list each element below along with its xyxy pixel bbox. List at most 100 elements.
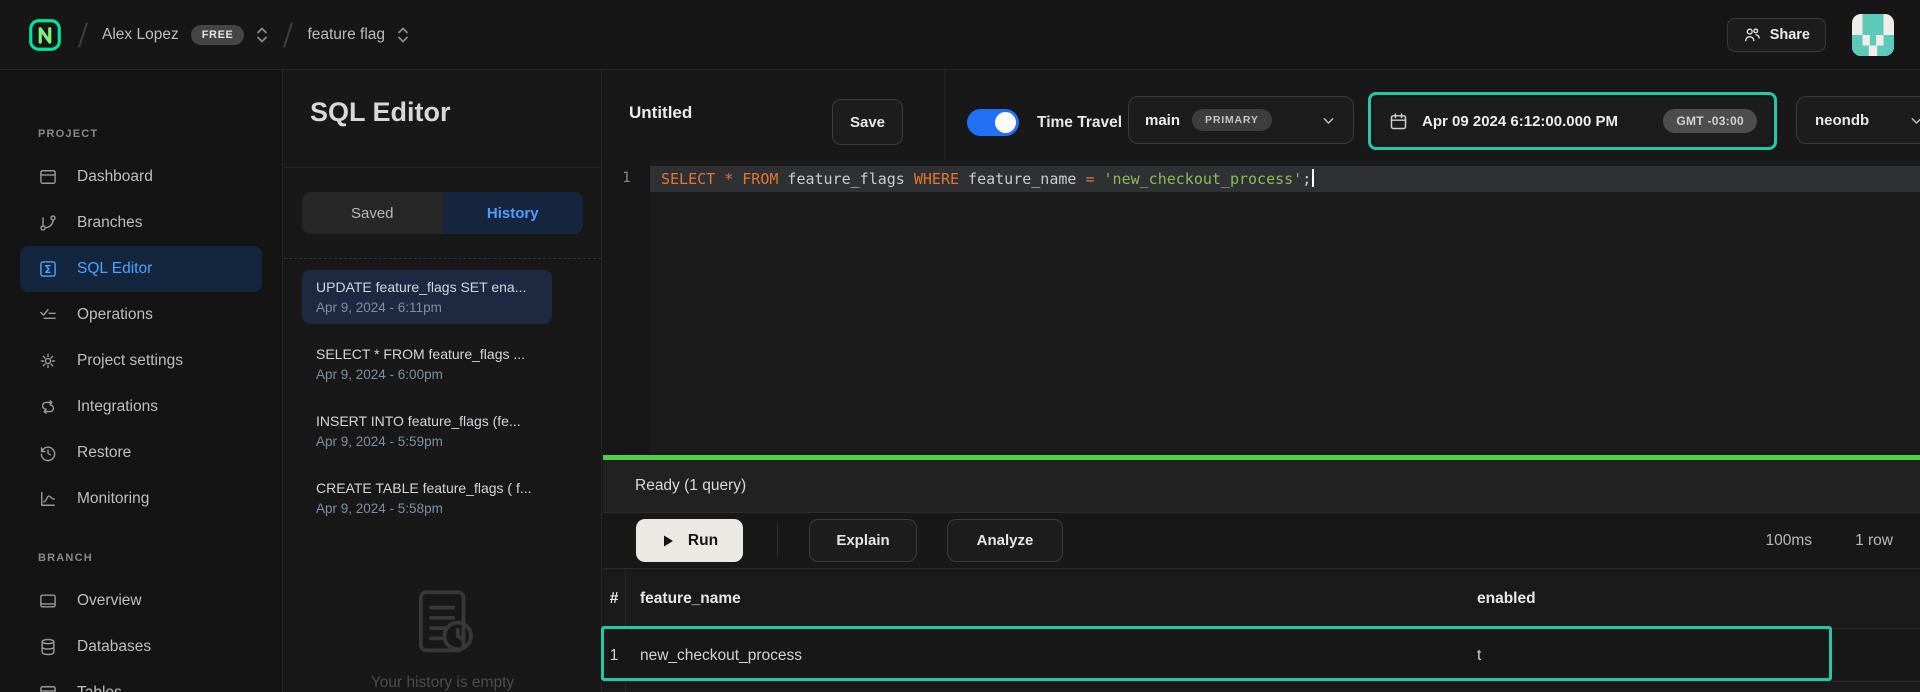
query-status-bar: Ready (1 query) [603, 460, 1920, 513]
monitoring-icon [38, 489, 58, 509]
sql-token [1095, 170, 1104, 188]
empty-history-text: Your history is empty [284, 674, 601, 692]
sidebar-item-dashboard[interactable]: Dashboard [20, 154, 262, 200]
gear-icon [38, 351, 58, 371]
sidebar-item-tables[interactable]: Tables [20, 670, 262, 692]
sql-token: WHERE [914, 170, 959, 188]
cell-feature-name: new_checkout_process [640, 630, 802, 681]
sidebar-item-label: Operations [77, 306, 153, 324]
sidebar-item-branches[interactable]: Branches [20, 200, 262, 246]
sql-token [733, 170, 742, 188]
primary-badge: PRIMARY [1192, 109, 1272, 131]
sql-token: SELECT [661, 170, 715, 188]
results-table: # feature_name enabled 1 new_checkout_pr… [603, 568, 1920, 692]
sidebar-item-monitoring[interactable]: Monitoring [20, 476, 262, 522]
sidebar-item-label: Databases [77, 638, 151, 656]
actions-divider [777, 521, 778, 559]
share-button[interactable]: Share [1727, 18, 1826, 52]
sql-code-editor[interactable]: 1 SELECT * FROM feature_flags WHERE feat… [603, 160, 1920, 455]
sidebar-item-databases[interactable]: Databases [20, 624, 262, 670]
dashboard-icon [38, 167, 58, 187]
chevron-down-icon [1320, 112, 1337, 129]
branches-icon [38, 213, 58, 233]
editor-gutter: 1 [603, 160, 650, 455]
time-travel-label: Time Travel [1037, 109, 1122, 136]
toggle-knob [995, 112, 1016, 133]
sidebar: PROJECT Dashboard Branches SQL Editor Op… [0, 70, 283, 692]
analyze-button[interactable]: Analyze [947, 519, 1063, 562]
project-switcher-icon[interactable] [396, 26, 410, 44]
sql-token: 'new_checkout_process' [1104, 170, 1303, 188]
run-button[interactable]: Run [636, 519, 743, 562]
panel-divider [284, 167, 601, 168]
sidebar-item-project-settings[interactable]: Project settings [20, 338, 262, 384]
sidebar-item-label: Restore [77, 444, 131, 462]
time-travel-datetime-picker[interactable]: Apr 09 2024 6:12:00.000 PM GMT -03:00 [1374, 98, 1771, 144]
query-actions-bar: Run Explain Analyze 100ms 1 row [603, 513, 1920, 568]
cell-row-number: 1 [603, 630, 625, 681]
panel-title: SQL Editor [284, 70, 601, 128]
header-enabled: enabled [1477, 569, 1536, 628]
time-travel-toggle[interactable] [967, 109, 1019, 136]
explain-button[interactable]: Explain [809, 519, 917, 562]
sql-token: feature_name [959, 170, 1085, 188]
branch-name: main [1145, 112, 1180, 129]
sidebar-item-label: SQL Editor [77, 260, 152, 278]
history-query: INSERT INTO feature_flags (fe... [316, 413, 538, 429]
header-row-number: # [603, 569, 625, 628]
restore-icon [38, 443, 58, 463]
header-feature-name: feature_name [640, 569, 741, 628]
integrations-icon [38, 397, 58, 417]
query-duration: 100ms [1765, 513, 1812, 568]
row-count: 1 row [1855, 513, 1893, 568]
history-date: Apr 9, 2024 - 6:00pm [316, 367, 538, 382]
sql-token: ; [1302, 170, 1311, 188]
query-tab-title[interactable]: Untitled [629, 103, 692, 123]
tables-icon [38, 683, 58, 692]
cell-enabled: t [1477, 630, 1481, 681]
breadcrumb-separator [78, 22, 88, 47]
saved-history-tabs: Saved History [302, 192, 583, 234]
org-name[interactable]: Alex Lopez [102, 26, 179, 44]
history-date: Apr 9, 2024 - 5:59pm [316, 434, 538, 449]
history-item[interactable]: INSERT INTO feature_flags (fe... Apr 9, … [302, 404, 552, 458]
neon-logo-icon[interactable] [26, 16, 64, 54]
history-item[interactable]: UPDATE feature_flags SET ena... Apr 9, 2… [302, 270, 552, 324]
chevron-down-icon [1908, 112, 1920, 129]
sql-token: feature_flags [778, 170, 913, 188]
org-switcher-icon[interactable] [255, 26, 269, 44]
project-name[interactable]: feature flag [307, 26, 385, 44]
sidebar-item-restore[interactable]: Restore [20, 430, 262, 476]
sidebar-item-label: Branches [77, 214, 142, 232]
tab-saved[interactable]: Saved [302, 192, 443, 234]
sidebar-item-operations[interactable]: Operations [20, 292, 262, 338]
history-item[interactable]: SELECT * FROM feature_flags ... Apr 9, 2… [302, 337, 552, 391]
branch-select[interactable]: main PRIMARY [1128, 96, 1354, 144]
save-button[interactable]: Save [832, 99, 903, 145]
toolbar-divider [944, 70, 945, 160]
history-query: CREATE TABLE feature_flags ( f... [316, 480, 538, 496]
sidebar-item-label: Project settings [77, 352, 183, 370]
avatar[interactable] [1852, 14, 1894, 56]
tab-history[interactable]: History [443, 192, 584, 234]
sidebar-item-sql-editor[interactable]: SQL Editor [20, 246, 262, 292]
database-select[interactable]: neondb [1796, 96, 1920, 144]
avatar-identicon [1852, 14, 1894, 56]
history-date: Apr 9, 2024 - 5:58pm [316, 501, 538, 516]
sidebar-item-overview[interactable]: Overview [20, 578, 262, 624]
sidebar-item-integrations[interactable]: Integrations [20, 384, 262, 430]
neon-console: Alex Lopez FREE feature flag Share [0, 0, 1920, 692]
play-icon [661, 534, 675, 548]
database-name: neondb [1815, 112, 1869, 129]
table-header-row: # feature_name enabled [603, 569, 1920, 629]
sql-token [715, 170, 724, 188]
top-bar: Alex Lopez FREE feature flag Share [0, 0, 1920, 70]
empty-history-icon [402, 582, 484, 664]
breadcrumb-separator [283, 22, 293, 47]
sidebar-item-label: Monitoring [77, 490, 149, 508]
sidebar-section-branch: BRANCH [0, 552, 282, 570]
history-item[interactable]: CREATE TABLE feature_flags ( f... Apr 9,… [302, 471, 552, 525]
editor-toolbar: Untitled Save Time Travel main PRIMARY A… [603, 70, 1920, 160]
sql-query-line: SELECT * FROM feature_flags WHERE featur… [661, 169, 1314, 188]
sidebar-item-label: Dashboard [77, 168, 153, 186]
